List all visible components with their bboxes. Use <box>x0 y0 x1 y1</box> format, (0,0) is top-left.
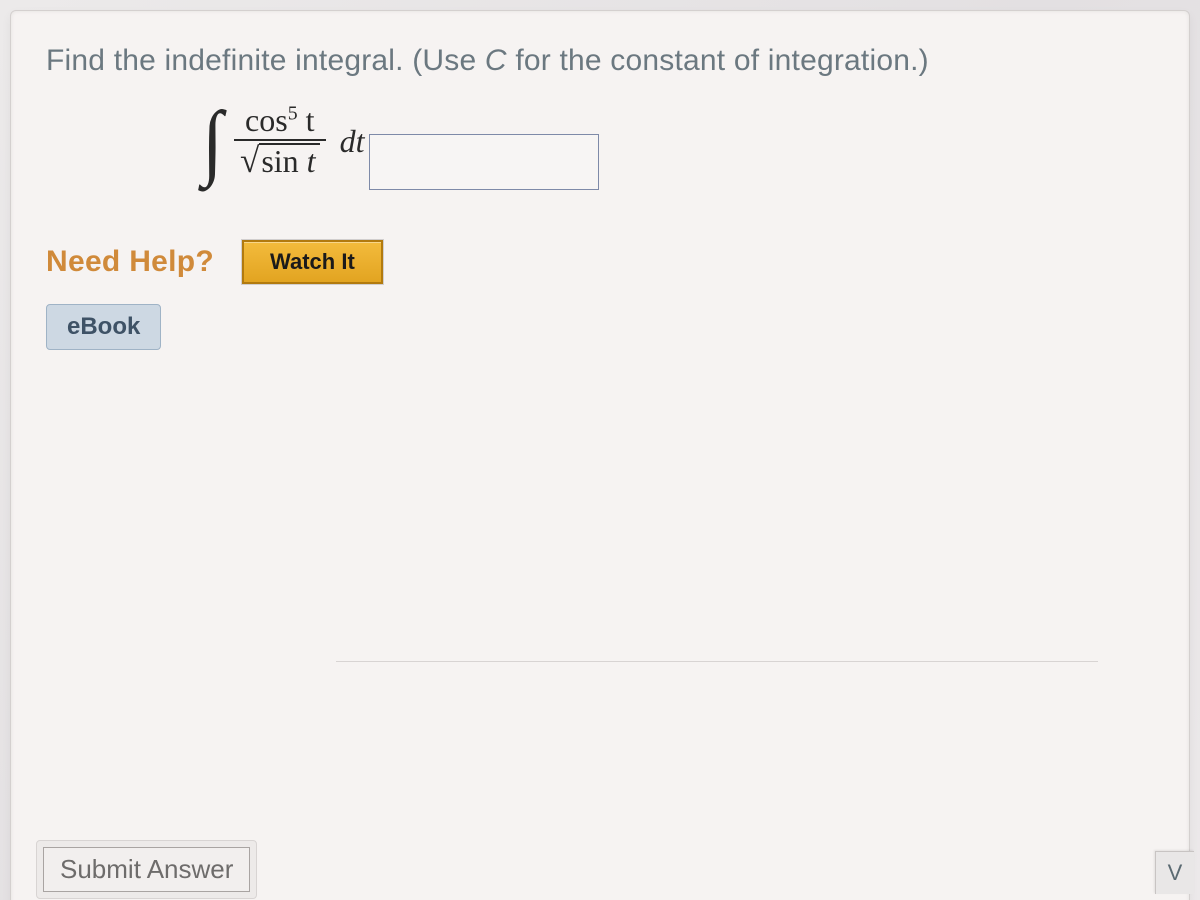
differential: dt <box>340 123 365 160</box>
need-help-label: Need Help? <box>46 245 214 279</box>
prompt-constant-var: C <box>485 44 507 77</box>
question-card: Find the indefinite integral. (Use C for… <box>10 10 1190 900</box>
radicand: sin t <box>259 143 319 179</box>
submit-answer-button[interactable]: Submit Answer <box>43 847 250 892</box>
prompt-text-a: Find the indefinite integral. (Use <box>46 44 485 77</box>
divider-line <box>336 661 1098 662</box>
corner-tab-label: V <box>1168 860 1183 886</box>
divider-area <box>36 631 1190 741</box>
help-row: Need Help? Watch It <box>46 240 1154 284</box>
answer-input[interactable] <box>369 134 599 190</box>
watch-it-button[interactable]: Watch It <box>242 240 383 284</box>
submit-wrap: Submit Answer <box>36 840 257 899</box>
integral-sign-icon: ∫ <box>202 108 223 175</box>
radical-icon: √ <box>240 143 259 180</box>
fraction-denominator: √ sin t <box>234 143 326 180</box>
prompt-text-b: for the constant of integration.) <box>507 44 929 77</box>
numerator-func: cos <box>245 102 288 138</box>
integral-expression: ∫ cos5 t √ sin t dt <box>201 104 364 181</box>
fraction-numerator: cos5 t <box>239 104 320 138</box>
fraction: cos5 t √ sin t <box>234 104 326 181</box>
corner-tab[interactable]: V <box>1155 851 1194 894</box>
numerator-power: 5 <box>288 102 298 124</box>
denominator-func: sin <box>261 143 306 179</box>
page-root: Find the indefinite integral. (Use C for… <box>0 0 1200 900</box>
numerator-var: t <box>298 102 315 138</box>
square-root: √ sin t <box>240 143 320 180</box>
denominator-var: t <box>307 143 316 179</box>
question-prompt: Find the indefinite integral. (Use C for… <box>46 41 1154 82</box>
ebook-button[interactable]: eBook <box>46 304 161 350</box>
